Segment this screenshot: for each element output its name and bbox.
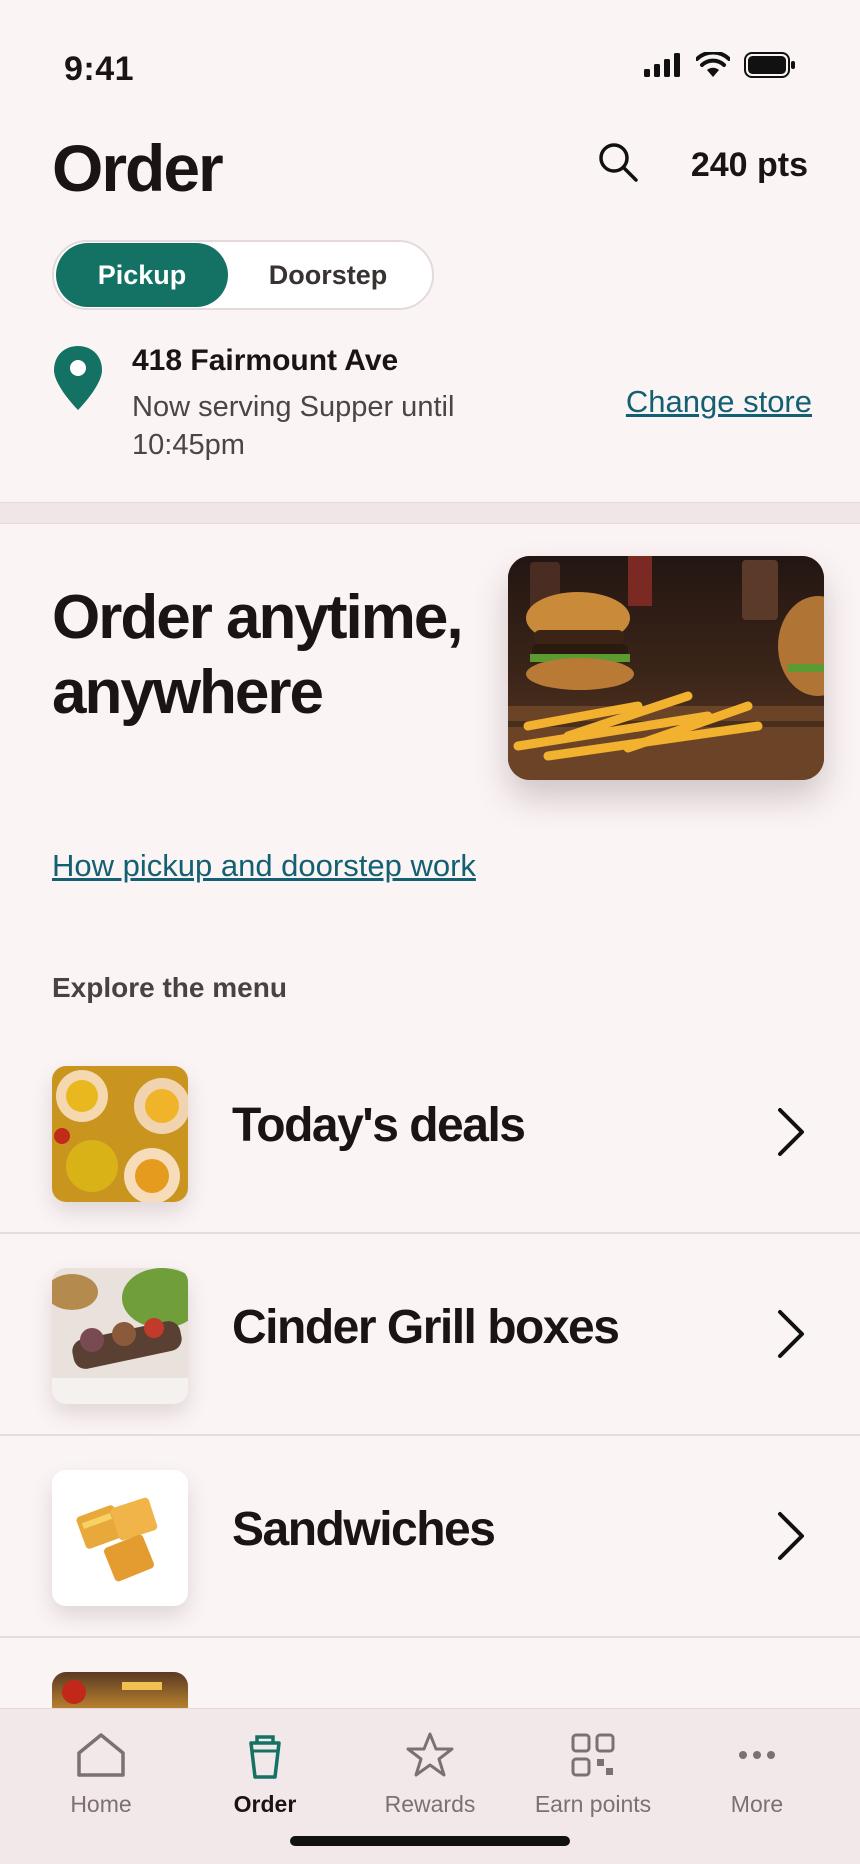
status-icons: [644, 52, 796, 78]
change-store-link[interactable]: Change store: [626, 384, 812, 420]
home-icon: [77, 1733, 125, 1777]
tab-earn-points[interactable]: Earn points: [518, 1731, 668, 1818]
points-balance[interactable]: 240 pts: [691, 146, 808, 185]
tab-rewards[interactable]: Rewards: [355, 1731, 505, 1818]
tab-earn-points-label: Earn points: [534, 1791, 652, 1817]
status-bar: 9:41: [0, 0, 860, 110]
burger-fries-image: [508, 556, 824, 780]
wifi-icon: [696, 52, 730, 77]
menu-row-todays-deals[interactable]: Today's deals: [0, 1032, 860, 1234]
menu-row-cinder-grill-boxes[interactable]: Cinder Grill boxes: [0, 1234, 860, 1436]
menu-item-label: Sandwiches: [232, 1503, 496, 1556]
chevron-right-icon: [778, 1310, 804, 1358]
menu-item-label: Today's deals: [232, 1099, 526, 1152]
menu-item-label: Cinder Grill boxes: [232, 1301, 620, 1354]
tab-more[interactable]: More: [682, 1731, 832, 1818]
cinder-grill-thumbnail: [52, 1268, 188, 1404]
tab-order[interactable]: Order: [190, 1731, 340, 1818]
chevron-right-icon: [778, 1108, 804, 1156]
location-pin-icon: [54, 346, 102, 410]
todays-deals-thumbnail: [52, 1066, 188, 1202]
status-time: 9:41: [64, 50, 135, 88]
pickup-option[interactable]: Pickup: [56, 243, 228, 307]
tab-rewards-label: Rewards: [384, 1791, 476, 1817]
tab-home[interactable]: Home: [26, 1731, 176, 1818]
explore-menu-heading: Explore the menu: [52, 972, 287, 1003]
more-icon: [739, 1751, 775, 1759]
tab-order-label: Order: [233, 1791, 297, 1817]
home-indicator: [290, 1836, 570, 1846]
fulfillment-toggle: Pickup Doorstep: [52, 240, 434, 310]
star-icon: [406, 1732, 454, 1777]
tab-home-label: Home: [70, 1791, 132, 1817]
search-icon: [599, 143, 638, 182]
sandwiches-thumbnail: [52, 1470, 188, 1606]
bag-icon: [249, 1735, 281, 1779]
chevron-right-icon: [778, 1512, 804, 1560]
store-info: 418 Fairmount Ave Now serving Supper unt…: [52, 344, 812, 464]
how-it-works-link[interactable]: How pickup and doorstep work: [52, 848, 476, 884]
signal-icon: [644, 53, 680, 77]
doorstep-option[interactable]: Doorstep: [228, 243, 428, 307]
battery-icon: [744, 52, 795, 78]
page-title: Order: [52, 131, 224, 205]
tab-more-label: More: [730, 1791, 784, 1817]
menu-row-sandwiches[interactable]: Sandwiches: [0, 1436, 860, 1638]
hero-title: Order anytime, anywhere: [52, 583, 464, 727]
next-menu-thumbnail-peek[interactable]: [52, 1672, 188, 1708]
store-status: Now serving Supper until 10:45pm: [132, 391, 455, 461]
store-name: 418 Fairmount Ave: [132, 344, 399, 377]
section-divider: [0, 502, 860, 524]
search-button[interactable]: [596, 140, 640, 184]
qr-icon: [571, 1733, 615, 1777]
